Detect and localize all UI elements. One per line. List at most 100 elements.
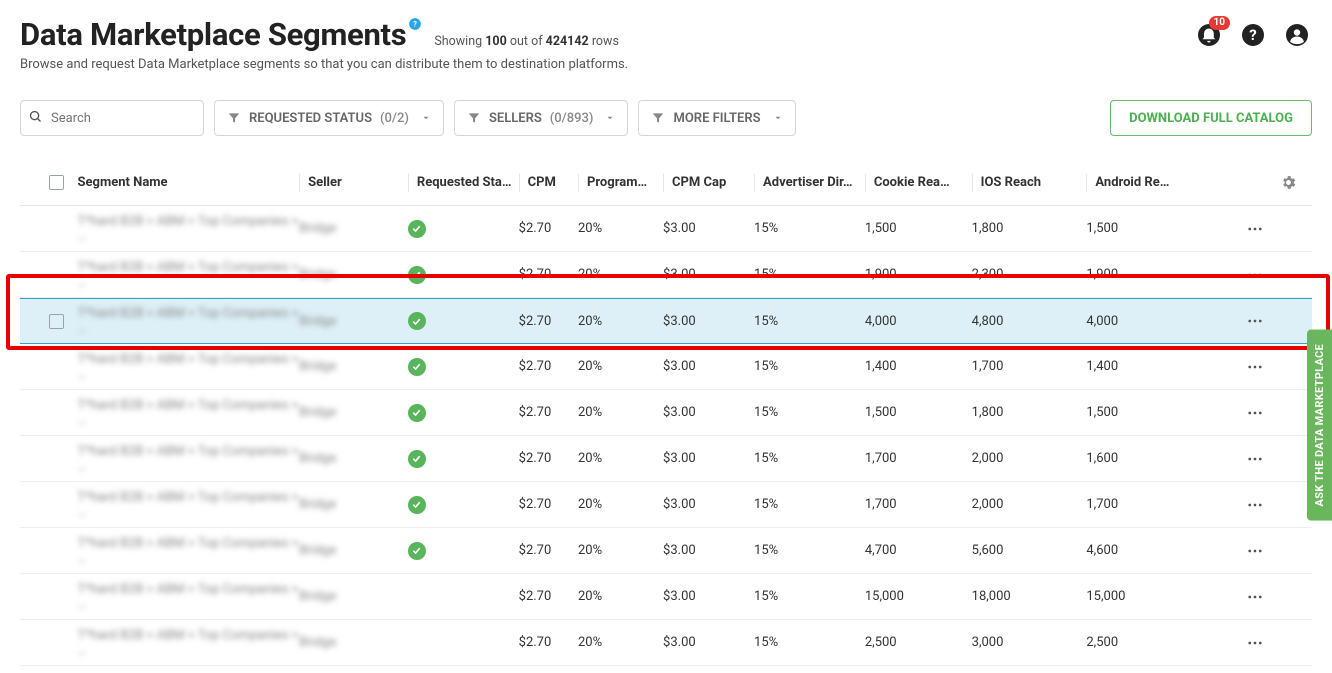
cell-adv-dir: 15% [754, 543, 778, 558]
cell-adv-dir: 15% [754, 451, 778, 466]
row-more-button[interactable] [1211, 358, 1270, 376]
cell-status [408, 404, 519, 422]
row-more-button[interactable] [1211, 312, 1270, 330]
cell-status [408, 542, 519, 560]
col-ios-reach[interactable]: IOS Reach [981, 175, 1041, 190]
row-more-button[interactable] [1211, 450, 1270, 468]
notifications-badge: 10 [1209, 16, 1230, 30]
cell-program: 20% [578, 589, 602, 604]
table-row[interactable]: T*hard B2B > ABM > Top Companies > … Bri… [20, 528, 1312, 574]
cell-cpm: $2.70 [519, 543, 552, 558]
cell-cpm: $2.70 [519, 589, 552, 604]
cell-cookie: 4,700 [865, 543, 897, 558]
filter-sellers[interactable]: SELLERS (0/893) [454, 100, 629, 136]
table-header: Segment Name Seller Requested Sta… CPM P… [20, 160, 1312, 206]
cell-cpm: $2.70 [519, 497, 552, 512]
checkmark-icon [408, 450, 426, 468]
row-more-button[interactable] [1211, 220, 1270, 238]
table-row[interactable]: T*hard B2B > ABM > Top Companies > … Bri… [20, 298, 1312, 344]
table-row[interactable]: T*hard B2B > ABM > Top Companies > … Bri… [20, 482, 1312, 528]
svg-text:?: ? [413, 19, 417, 28]
filter-count: (0/2) [380, 111, 409, 126]
funnel-icon [227, 111, 241, 125]
page-title: Data Marketplace Segments [20, 16, 406, 53]
table-row[interactable]: T*hard B2B > ABM > Top Companies > … Bri… [20, 206, 1312, 252]
filter-more[interactable]: MORE FILTERS [638, 100, 795, 136]
table-row[interactable]: T*hard B2B > ABM > Top Companies > … Bri… [20, 574, 1312, 620]
cell-segment-name: T*hard B2B > ABM > Top Companies > … [78, 260, 300, 290]
gear-icon[interactable] [1270, 174, 1306, 191]
row-more-button[interactable] [1211, 634, 1270, 652]
cell-android: 1,500 [1086, 405, 1118, 420]
cell-cpm-cap: $3.00 [663, 359, 696, 374]
filter-count: (0/893) [550, 111, 594, 126]
cell-cookie: 1,700 [865, 497, 897, 512]
page-subtitle: Browse and request Data Marketplace segm… [20, 57, 628, 72]
funnel-icon [651, 111, 665, 125]
col-cookie-reach[interactable]: Cookie Rea… [874, 175, 950, 190]
account-button[interactable] [1282, 20, 1312, 50]
filter-requested-status[interactable]: REQUESTED STATUS (0/2) [214, 100, 444, 136]
col-cpm[interactable]: CPM [528, 175, 556, 190]
row-more-button[interactable] [1211, 496, 1270, 514]
row-more-button[interactable] [1211, 404, 1270, 422]
cell-android: 4,000 [1086, 314, 1118, 329]
cell-status [408, 266, 519, 284]
cell-cookie: 1,500 [865, 221, 897, 236]
cell-adv-dir: 15% [754, 405, 778, 420]
search-icon [28, 109, 43, 124]
table-row[interactable]: T*hard B2B > ABM > Top Companies > … Bri… [20, 390, 1312, 436]
checkmark-icon [408, 358, 426, 376]
cell-adv-dir: 15% [754, 589, 778, 604]
cell-cpm: $2.70 [519, 635, 552, 650]
cell-android: 4,600 [1086, 543, 1118, 558]
cell-android: 1,700 [1086, 497, 1118, 512]
cell-program: 20% [578, 543, 602, 558]
chevron-down-icon [773, 113, 783, 123]
cell-adv-dir: 15% [754, 314, 778, 329]
search-input-wrap[interactable] [20, 100, 204, 136]
side-tab-ask-marketplace[interactable]: ASK THE DATA MARKETPLACE [1307, 330, 1332, 521]
col-android-reach[interactable]: Android Re… [1095, 175, 1169, 190]
table-row[interactable]: T*hard B2B > ABM > Top Companies > … Bri… [20, 252, 1312, 298]
help-icon[interactable]: ? [408, 16, 422, 35]
col-cpm-cap[interactable]: CPM Cap [672, 175, 726, 190]
cell-android: 1,400 [1086, 359, 1118, 374]
cell-cpm-cap: $3.00 [663, 497, 696, 512]
download-catalog-button[interactable]: DOWNLOAD FULL CATALOG [1110, 100, 1312, 136]
col-advertiser-dir[interactable]: Advertiser Dir… [763, 175, 852, 190]
cell-cpm-cap: $3.00 [663, 543, 696, 558]
select-all-checkbox[interactable] [49, 175, 64, 190]
cell-ios: 4,800 [972, 314, 1004, 329]
cell-android: 1,600 [1086, 451, 1118, 466]
notifications-button[interactable]: 10 [1194, 20, 1224, 50]
cell-program: 20% [578, 635, 602, 650]
table-row[interactable]: T*hard B2B > ABM > Top Companies > … Bri… [20, 344, 1312, 390]
cell-seller: Bridge [299, 359, 336, 374]
cell-program: 20% [578, 267, 602, 282]
col-seller[interactable]: Seller [308, 175, 342, 190]
cell-program: 20% [578, 405, 602, 420]
filter-label: REQUESTED STATUS [249, 111, 372, 126]
row-more-button[interactable] [1211, 266, 1270, 284]
cell-cookie: 2,500 [865, 635, 897, 650]
checkmark-icon [408, 220, 426, 238]
row-more-button[interactable] [1211, 588, 1270, 606]
col-segment-name[interactable]: Segment Name [78, 175, 168, 190]
cell-cookie: 1,500 [865, 405, 897, 420]
table-row[interactable]: T*hard B2B > ABM > Top Companies > … Bri… [20, 620, 1312, 666]
cell-android: 1,900 [1086, 267, 1118, 282]
cell-program: 20% [578, 359, 602, 374]
row-more-button[interactable] [1211, 542, 1270, 560]
col-program[interactable]: Program… [587, 175, 647, 190]
col-requested-status[interactable]: Requested Sta… [417, 175, 512, 190]
search-input[interactable] [20, 100, 204, 136]
help-button[interactable]: ? [1238, 20, 1268, 50]
row-checkbox[interactable] [49, 314, 64, 329]
cell-program: 20% [578, 314, 602, 329]
cell-seller: Bridge [299, 221, 336, 236]
cell-cpm: $2.70 [519, 314, 552, 329]
table-row[interactable]: T*hard B2B > ABM > Top Companies > … Bri… [20, 436, 1312, 482]
cell-cookie: 1,700 [865, 451, 897, 466]
cell-cookie: 1,900 [865, 267, 897, 282]
